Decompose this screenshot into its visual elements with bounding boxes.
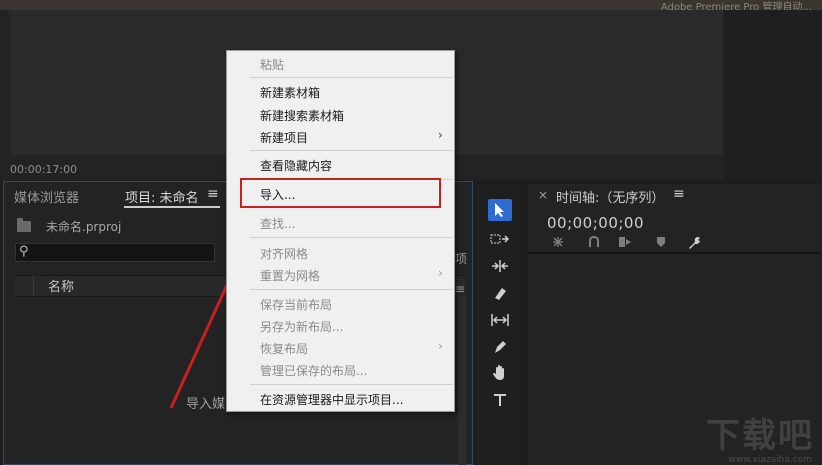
menu-separator: [250, 289, 453, 290]
menu-item-align-grid[interactable]: 对齐网格: [260, 245, 308, 262]
menu-separator: [250, 150, 453, 151]
menu-item-new-search-bin[interactable]: 新建搜索素材箱: [260, 107, 344, 124]
submenu-chevron-icon: ›: [438, 266, 443, 280]
submenu-chevron-icon: ›: [438, 128, 443, 142]
menu-item-reveal-explorer[interactable]: 在资源管理器中显示项目...: [260, 391, 403, 408]
menu-separator: [250, 77, 453, 78]
menu-item-save-as-layout[interactable]: 另存为新布局...: [260, 318, 343, 335]
menu-item-restore-layout[interactable]: 恢复布局: [260, 340, 308, 357]
menu-item-new-bin[interactable]: 新建素材箱: [260, 84, 320, 101]
import-highlight-box: [240, 178, 441, 208]
menu-item-manage-layouts[interactable]: 管理已保存的布局...: [260, 362, 367, 379]
menu-item-new-item[interactable]: 新建项目: [260, 129, 308, 146]
menu-item-view-hidden[interactable]: 查看隐藏内容: [260, 157, 332, 174]
menu-separator: [250, 237, 453, 238]
submenu-chevron-icon: ›: [438, 339, 443, 353]
menu-item-find[interactable]: 查找...: [260, 215, 295, 232]
watermark-logo: 下载吧: [706, 416, 814, 456]
watermark-url: www.xiazaiba.com: [728, 455, 812, 465]
menu-item-save-layout[interactable]: 保存当前布局: [260, 296, 332, 313]
menu-separator: [250, 384, 453, 385]
menu-item-reset-grid[interactable]: 重置为网格: [260, 267, 320, 284]
menu-item-paste[interactable]: 粘贴: [260, 56, 284, 73]
